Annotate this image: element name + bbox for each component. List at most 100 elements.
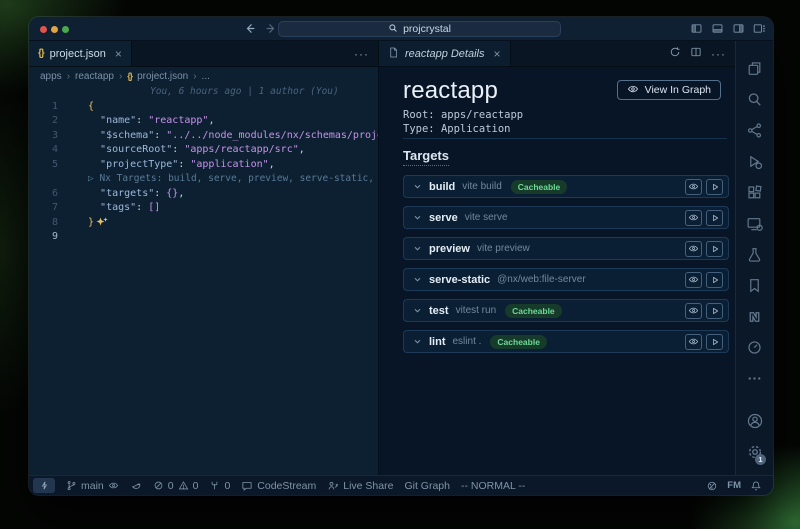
chevron-down-icon[interactable] — [413, 213, 422, 222]
more-actions-icon[interactable]: ··· — [354, 47, 369, 61]
line-number: 3 — [29, 129, 58, 144]
minimize-window-button[interactable] — [51, 26, 58, 33]
git-branch-item[interactable]: main — [66, 480, 119, 492]
run-target-play-button[interactable] — [706, 272, 723, 288]
live-share-icon — [327, 480, 339, 492]
problems-item[interactable]: 0 0 — [153, 480, 199, 492]
search-icon[interactable] — [736, 84, 773, 115]
close-window-button[interactable] — [40, 26, 47, 33]
view-target-eye-button[interactable] — [685, 303, 702, 319]
view-in-graph-button[interactable]: View In Graph — [617, 80, 721, 100]
close-tab-icon[interactable]: × — [494, 47, 501, 61]
refresh-icon[interactable] — [669, 45, 681, 63]
explorer-icon[interactable] — [736, 53, 773, 84]
code-editor[interactable]: You, 6 hours ago | 1 author (You)1{2 "na… — [29, 85, 378, 475]
feedback-smiley-icon[interactable] — [706, 480, 718, 492]
testing-beaker-icon[interactable] — [736, 239, 773, 270]
account-icon[interactable] — [736, 405, 773, 436]
view-target-eye-button[interactable] — [685, 210, 702, 226]
clock-icon[interactable] — [736, 332, 773, 363]
warning-icon — [178, 480, 189, 491]
target-row-serve[interactable]: serve vite serve — [403, 206, 729, 229]
chevron-down-icon[interactable] — [413, 182, 422, 191]
target-name: serve-static — [429, 274, 490, 286]
more-actions-icon[interactable]: ··· — [711, 47, 726, 61]
toggle-panel-icon[interactable] — [711, 22, 724, 35]
run-target-play-button[interactable] — [706, 303, 723, 319]
run-and-debug-icon[interactable] — [736, 146, 773, 177]
live-share-item[interactable]: Live Share — [327, 480, 393, 492]
branch-name: main — [81, 480, 104, 492]
history-forward-icon[interactable] — [265, 22, 278, 35]
chevron-down-icon[interactable] — [413, 337, 422, 346]
nx-console-icon[interactable] — [736, 301, 773, 332]
error-icon — [153, 480, 164, 491]
code-text: "tags": [] — [88, 201, 160, 216]
target-row-preview[interactable]: preview vite preview — [403, 237, 729, 260]
error-count: 0 — [168, 480, 174, 492]
customize-layout-icon[interactable] — [753, 22, 766, 35]
tab-project-json[interactable]: { } project.json × — [29, 41, 132, 66]
target-row-serve-static[interactable]: serve-static @nx/web:file-server — [403, 268, 729, 291]
code-line: 2 "name": "reactapp", — [29, 114, 378, 129]
ports-item[interactable]: 0 — [209, 480, 230, 492]
title-bar: projcrystal — [29, 17, 773, 41]
history-back-icon[interactable] — [243, 22, 256, 35]
remote-explorer-icon[interactable] — [736, 208, 773, 239]
breadcrumb-item[interactable]: apps — [40, 71, 62, 82]
type-label: Type: — [403, 123, 435, 135]
breadcrumb-item[interactable]: project.json — [137, 71, 188, 82]
codestream-item[interactable]: CodeStream — [241, 480, 316, 492]
run-target-play-button[interactable] — [706, 241, 723, 257]
maximize-window-button[interactable] — [62, 26, 69, 33]
view-target-eye-button[interactable] — [685, 241, 702, 257]
vim-mode-item[interactable]: -- NORMAL -- — [461, 480, 525, 492]
split-editor-icon[interactable] — [690, 45, 702, 63]
view-target-eye-button[interactable] — [685, 179, 702, 195]
breadcrumb-item[interactable]: reactapp — [75, 71, 114, 82]
breadcrumb[interactable]: apps › reactapp › { } project.json › ... — [29, 67, 378, 85]
remote-indicator[interactable] — [33, 478, 55, 493]
fm-label: FM — [727, 480, 741, 491]
type-value: Application — [441, 123, 511, 135]
line-number: 9 — [29, 230, 58, 245]
chevron-down-icon[interactable] — [413, 244, 422, 253]
view-target-eye-button[interactable] — [685, 272, 702, 288]
chevron-right-icon: › — [67, 71, 70, 82]
source-control-icon[interactable] — [736, 115, 773, 146]
view-target-eye-button[interactable] — [685, 334, 702, 350]
git-graph-label: Git Graph — [404, 480, 450, 492]
file-icon — [388, 47, 399, 61]
close-tab-icon[interactable]: × — [115, 47, 122, 61]
codelens-text: ▷ Nx Targets: build, serve, preview, ser… — [88, 172, 378, 187]
bird-icon[interactable] — [130, 480, 142, 492]
code-line: 8} — [29, 216, 378, 231]
bookmark-icon[interactable] — [736, 270, 773, 301]
run-target-play-button[interactable] — [706, 210, 723, 226]
settings-gear-icon[interactable]: 1 — [736, 436, 773, 467]
notifications-bell-icon[interactable] — [750, 480, 762, 492]
target-row-test[interactable]: test vitest run Cacheable — [403, 299, 729, 322]
code-line: 9 — [29, 230, 378, 245]
target-row-build[interactable]: build vite build Cacheable — [403, 175, 729, 198]
chevron-down-icon[interactable] — [413, 275, 422, 284]
breadcrumb-item[interactable]: ... — [202, 71, 210, 82]
blame-annotation-line: You, 6 hours ago | 1 author (You) — [29, 85, 378, 100]
line-number — [29, 85, 58, 100]
git-graph-item[interactable]: Git Graph — [404, 480, 450, 492]
extensions-icon[interactable] — [736, 177, 773, 208]
cacheable-badge: Cacheable — [490, 335, 547, 349]
toggle-sidebar-left-icon[interactable] — [690, 22, 703, 35]
tab-reactapp-details[interactable]: reactapp Details × — [379, 41, 511, 66]
run-target-play-button[interactable] — [706, 334, 723, 350]
json-file-icon: { } — [127, 71, 132, 81]
target-command: eslint . — [453, 336, 482, 347]
command-center-search[interactable]: projcrystal — [278, 21, 561, 37]
run-target-play-button[interactable] — [706, 179, 723, 195]
target-row-lint[interactable]: lint eslint . Cacheable — [403, 330, 729, 353]
more-views-icon[interactable] — [736, 363, 773, 394]
toggle-sidebar-right-icon[interactable] — [732, 22, 745, 35]
fm-indicator[interactable]: FM — [727, 480, 741, 491]
chevron-down-icon[interactable] — [413, 306, 422, 315]
eye-icon — [627, 83, 639, 98]
